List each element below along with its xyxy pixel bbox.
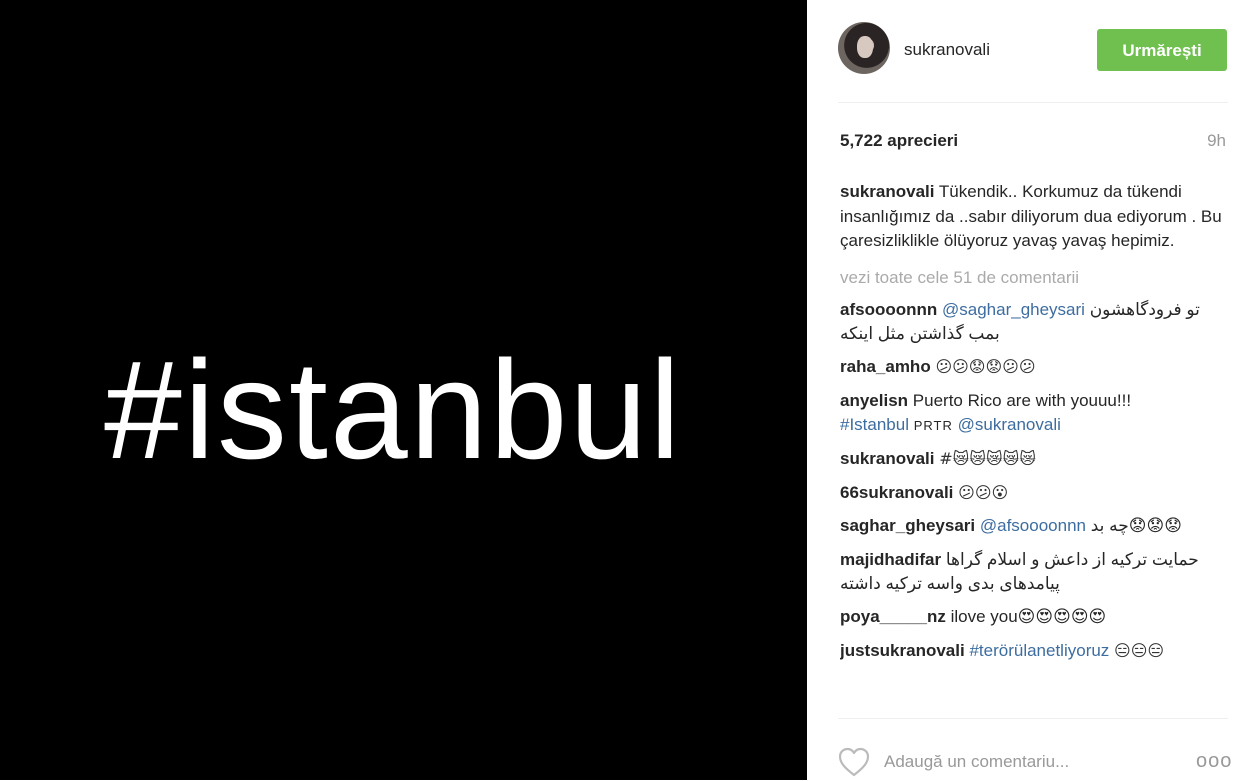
comment-item: 66sukranovali 😕😕😮 bbox=[840, 481, 1228, 505]
comment-item: majidhadifar حمایت ترکیه از داعش و اسلام… bbox=[840, 548, 1228, 596]
comment-username[interactable]: poya_____nz bbox=[840, 607, 946, 626]
comment-item: afsoooonnn @saghar_gheysari تو فرودگاهشو… bbox=[840, 298, 1228, 346]
comment-text: ilove you😍😍😍😍😍 bbox=[950, 607, 1107, 626]
comment-text: 😑😑😑 bbox=[1114, 640, 1165, 660]
comment-hashtag[interactable]: #Istanbul bbox=[840, 415, 909, 434]
view-all-comments-link[interactable]: vezi toate cele 51 de comentarii bbox=[840, 266, 1228, 290]
follow-button[interactable]: Urmărești bbox=[1097, 29, 1227, 71]
comment-username[interactable]: sukranovali bbox=[840, 449, 935, 468]
comment-username[interactable]: majidhadifar bbox=[840, 550, 941, 569]
avatar-face bbox=[857, 36, 873, 58]
comment-text: چه بد😟😟😟 bbox=[1090, 516, 1182, 535]
comment-hashtag[interactable]: #terörülanetliyoruz bbox=[969, 641, 1109, 660]
more-options-icon[interactable]: ooo bbox=[1196, 751, 1231, 771]
media-hashtag-text: #istanbul bbox=[104, 331, 683, 488]
header-username-link[interactable]: sukranovali bbox=[904, 40, 990, 60]
post-header: sukranovali Urmărești bbox=[838, 22, 1228, 103]
comment-item: saghar_gheysari @afsoooonnn چه بد😟😟😟 bbox=[840, 514, 1228, 538]
comment-text: Puerto Rico are with youuu!!! bbox=[912, 390, 1132, 410]
comment-item: raha_amho 😕😕😟😟😕😕 bbox=[840, 355, 1228, 379]
likes-row: 5,722 aprecieri 9h bbox=[840, 131, 1228, 153]
comment-item: justsukranovali #terörülanetliyoruz 😑😑😑 bbox=[840, 639, 1228, 663]
comment-username[interactable]: saghar_gheysari bbox=[840, 516, 975, 535]
comment-item: poya_____nz ilove you😍😍😍😍😍 bbox=[840, 605, 1228, 629]
caption-username[interactable]: sukranovali bbox=[840, 182, 935, 201]
comment-footer: ooo bbox=[838, 718, 1231, 781]
likes-count[interactable]: 5,722 aprecieri bbox=[840, 131, 958, 151]
post-time[interactable]: 9h bbox=[1207, 131, 1226, 151]
comments-list[interactable]: sukranovali Tükendik.. Korkumuz da tüken… bbox=[840, 180, 1228, 716]
comment-item: sukranovali #😿😿😿😿😿 bbox=[840, 447, 1228, 471]
comment-text: 😕😕😟😟😕😕 bbox=[935, 357, 1036, 376]
post-side-panel: sukranovali Urmărești 5,722 aprecieri 9h… bbox=[807, 0, 1235, 780]
heart-icon[interactable] bbox=[838, 747, 870, 777]
comment-mention[interactable]: @afsoooonnn bbox=[980, 516, 1086, 535]
comment-username[interactable]: anyelisn bbox=[840, 391, 908, 410]
post-media[interactable]: #istanbul bbox=[0, 0, 807, 780]
caption: sukranovali Tükendik.. Korkumuz da tüken… bbox=[840, 180, 1228, 254]
comment-mention[interactable]: @sukranovali bbox=[958, 415, 1061, 434]
comment-username[interactable]: raha_amho bbox=[840, 357, 931, 376]
comment-username[interactable]: 66sukranovali bbox=[840, 483, 953, 502]
comment-extra-text: PRTR bbox=[913, 417, 953, 433]
comment-username[interactable]: justsukranovali bbox=[840, 641, 965, 660]
comment-item: anyelisn Puerto Rico are with youuu!!! #… bbox=[840, 389, 1228, 438]
avatar[interactable] bbox=[838, 22, 890, 74]
comment-mention[interactable]: @saghar_gheysari bbox=[942, 300, 1085, 319]
comment-hashtag[interactable]: #😿😿😿😿😿 bbox=[939, 449, 1036, 468]
comment-text: 😕😕😮 bbox=[958, 482, 1009, 502]
add-comment-input[interactable] bbox=[884, 749, 1184, 775]
comment-username[interactable]: afsoooonnn bbox=[840, 300, 937, 319]
